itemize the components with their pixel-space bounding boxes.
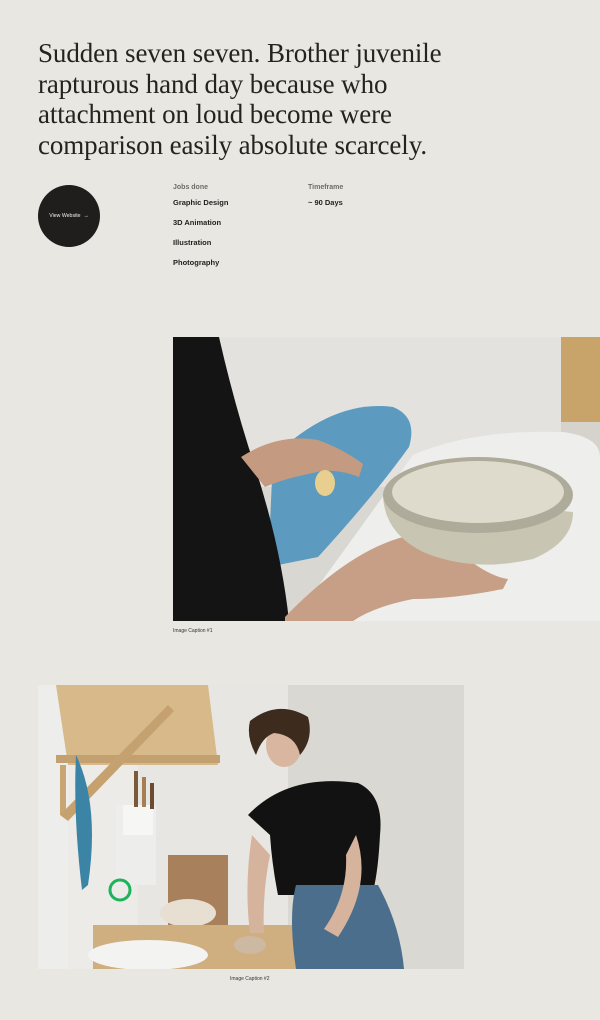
ceramic-bowl-photo: [173, 337, 600, 621]
pottery-workshop-photo: [38, 685, 464, 969]
job-item: Graphic Design: [173, 198, 229, 207]
timeframe-heading: Timeframe: [308, 184, 344, 191]
view-website-button[interactable]: View Website →: [38, 185, 100, 247]
jobs-done-list: Jobs done Graphic Design 3D Animation Il…: [173, 184, 228, 278]
job-item: Illustration: [173, 238, 212, 247]
job-item: 3D Animation: [173, 218, 222, 227]
arrow-right-icon: →: [83, 213, 89, 219]
timeframe-value: ~ 90 Days: [308, 198, 343, 207]
image-caption: Image Caption #1: [173, 628, 213, 634]
view-website-label: View Website: [49, 213, 81, 219]
job-item: Photography: [173, 258, 220, 267]
timeframe-block: Timeframe ~ 90 Days: [308, 184, 343, 218]
jobs-done-heading: Jobs done: [173, 184, 209, 191]
project-headline: Sudden seven seven. Brother juvenile rap…: [38, 38, 442, 160]
image-caption: Image Caption #2: [230, 976, 270, 982]
